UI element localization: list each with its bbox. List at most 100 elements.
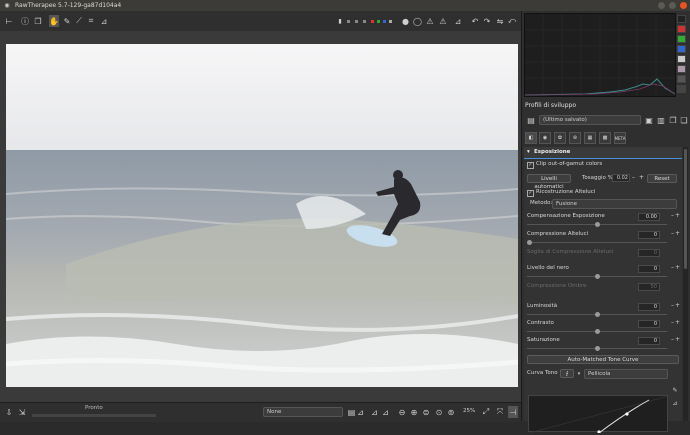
warning-shadow-icon[interactable]: ⚠ xyxy=(438,16,448,26)
hl-comp-knob[interactable] xyxy=(527,240,532,245)
lum-field[interactable]: 0 xyxy=(638,303,660,311)
clip-checkbox[interactable]: ✓ xyxy=(527,162,534,169)
maximize-icon[interactable] xyxy=(669,2,676,9)
exposure-header[interactable]: ▾ Esposizione xyxy=(524,147,682,159)
copy-profile-icon[interactable]: ❐ xyxy=(668,115,678,125)
tab-meta[interactable]: META xyxy=(614,132,626,144)
color-picker-icon[interactable]: ✎ xyxy=(62,16,72,26)
lum-knob[interactable] xyxy=(595,312,600,317)
warning-highlight-icon[interactable]: ⚠ xyxy=(425,16,435,26)
image-canvas[interactable] xyxy=(0,31,521,402)
lum-slider[interactable] xyxy=(527,312,667,317)
new-detail-window-icon[interactable]: ⤢ xyxy=(481,407,491,417)
before-after-icon[interactable]: ❐ xyxy=(33,16,43,26)
histo-lum-icon[interactable] xyxy=(677,55,686,63)
fullscreen-icon[interactable]: ⤧ xyxy=(495,407,505,417)
auto-tone-curve-button[interactable]: Auto-Matched Tone Curve xyxy=(527,355,679,364)
clip-pct-plus[interactable]: + xyxy=(639,174,644,181)
hide-panel-icon[interactable]: ⊣ xyxy=(508,406,518,418)
histogram-icon[interactable]: ⊿ xyxy=(453,16,463,26)
save-image-icon[interactable]: ⇩ xyxy=(4,407,14,417)
tab-color[interactable]: ✿ xyxy=(554,132,566,144)
lum-minus[interactable]: – xyxy=(671,302,674,309)
hl-comp-plus[interactable]: + xyxy=(675,230,680,237)
black-knob[interactable] xyxy=(595,274,600,279)
save-profile-icon[interactable]: ▥ xyxy=(656,115,666,125)
hand-tool-icon[interactable]: ✋ xyxy=(49,15,59,27)
guide-icon[interactable]: ⊿ xyxy=(370,407,379,417)
preview-r-icon[interactable] xyxy=(355,20,358,23)
comp-minus[interactable]: – xyxy=(671,212,674,219)
tool-panel-scrollbar[interactable] xyxy=(683,147,688,421)
hl-recon-row[interactable]: ✓ Ricostruzione Alteluci xyxy=(527,189,679,197)
black-field[interactable]: 0 xyxy=(638,265,660,273)
focus-mask-icon[interactable]: ▮ xyxy=(337,15,343,27)
zoom-out-icon[interactable]: ⊖ xyxy=(397,407,407,417)
con-plus[interactable]: + xyxy=(675,319,680,326)
preview-g-icon[interactable] xyxy=(363,20,366,23)
preview-rgb-icon[interactable] xyxy=(347,20,350,23)
straighten-icon[interactable]: ⟋ xyxy=(74,16,84,26)
tone-curve-editor[interactable] xyxy=(528,395,670,434)
tab-detail[interactable]: ◉ xyxy=(539,132,551,144)
comp-field[interactable]: 0.00 xyxy=(638,213,660,221)
comp-slider[interactable] xyxy=(527,222,667,227)
auto-levels-button[interactable]: Livelli automatici xyxy=(527,174,571,190)
histo-raw-icon[interactable] xyxy=(677,75,686,83)
spot-removal-icon[interactable]: ⊿ xyxy=(99,16,109,26)
sat-field[interactable]: 0 xyxy=(638,337,660,345)
shadow-clip-icon[interactable]: ◯ xyxy=(413,16,422,26)
histo-blue-icon[interactable] xyxy=(677,45,686,53)
clip-row[interactable]: ✓ Clip out-of-gamut colors xyxy=(527,161,679,169)
ruler-icon[interactable]: ⊿ xyxy=(356,407,365,417)
hl-comp-slider[interactable] xyxy=(527,240,667,245)
curve1-combo[interactable]: Pellicola xyxy=(584,369,668,379)
zoom-fit-icon[interactable]: ⊙ xyxy=(434,407,444,417)
hl-comp-field[interactable]: 0 xyxy=(638,231,660,239)
tab-raw[interactable]: ▩ xyxy=(599,132,611,144)
background-icon[interactable]: ● xyxy=(401,16,410,26)
undo-icon[interactable]: ⤺ xyxy=(507,16,517,26)
con-slider[interactable] xyxy=(527,329,667,334)
send-to-editor-icon[interactable]: ⇲ xyxy=(17,407,27,417)
con-field[interactable]: 0 xyxy=(638,320,660,328)
open-profile-icon[interactable]: ▣ xyxy=(644,115,654,125)
clip-pct-field[interactable]: 0.02 xyxy=(612,174,630,182)
preview-blue-icon[interactable] xyxy=(383,20,386,23)
con-knob[interactable] xyxy=(595,329,600,334)
crop-icon[interactable]: ⌗ xyxy=(86,16,96,26)
preview-red-icon[interactable] xyxy=(371,20,374,23)
sat-slider[interactable] xyxy=(527,346,667,351)
collapse-icon[interactable]: ▾ xyxy=(527,149,530,155)
histo-bar-icon[interactable] xyxy=(677,85,686,93)
sat-plus[interactable]: + xyxy=(675,336,680,343)
profile-combo[interactable]: (Ultimo salvato) xyxy=(539,115,641,125)
info-icon[interactable]: ⓘ xyxy=(20,16,30,26)
paste-profile-icon[interactable]: ❏ xyxy=(679,115,689,125)
black-plus[interactable]: + xyxy=(675,264,680,271)
comp-knob[interactable] xyxy=(595,222,600,227)
black-slider[interactable] xyxy=(527,274,667,279)
compare-icon[interactable]: ⊿ xyxy=(381,407,390,417)
minimize-icon[interactable] xyxy=(658,2,665,9)
zoom-in-icon[interactable]: ⊕ xyxy=(409,407,419,417)
close-icon[interactable] xyxy=(680,2,687,9)
con-minus[interactable]: – xyxy=(671,319,674,326)
sat-minus[interactable]: – xyxy=(671,336,674,343)
rotate-right-icon[interactable]: ↷ xyxy=(482,16,492,26)
rotate-left-icon[interactable]: ↶ xyxy=(470,16,480,26)
zoom-fill-icon[interactable]: ⊚ xyxy=(446,407,456,417)
preview-lum-icon[interactable] xyxy=(389,20,392,23)
tab-advanced[interactable]: ⊛ xyxy=(569,132,581,144)
clip-pct-minus[interactable]: – xyxy=(632,174,635,181)
flip-icon[interactable]: ⇋ xyxy=(495,16,505,26)
histo-chroma-icon[interactable] xyxy=(677,65,686,73)
profile-list-icon[interactable]: ▤ xyxy=(526,115,536,125)
curve-type-dropdown-icon[interactable]: ▾ xyxy=(576,369,582,378)
black-minus[interactable]: – xyxy=(671,264,674,271)
reset-button[interactable]: Reset xyxy=(647,174,677,183)
tab-exposure[interactable]: ◧ xyxy=(525,132,537,144)
hide-filmstrip-icon[interactable]: ⊢ xyxy=(4,16,14,26)
curve-edit-icon[interactable]: ✎ xyxy=(670,386,680,394)
preview-green-icon[interactable] xyxy=(377,20,380,23)
